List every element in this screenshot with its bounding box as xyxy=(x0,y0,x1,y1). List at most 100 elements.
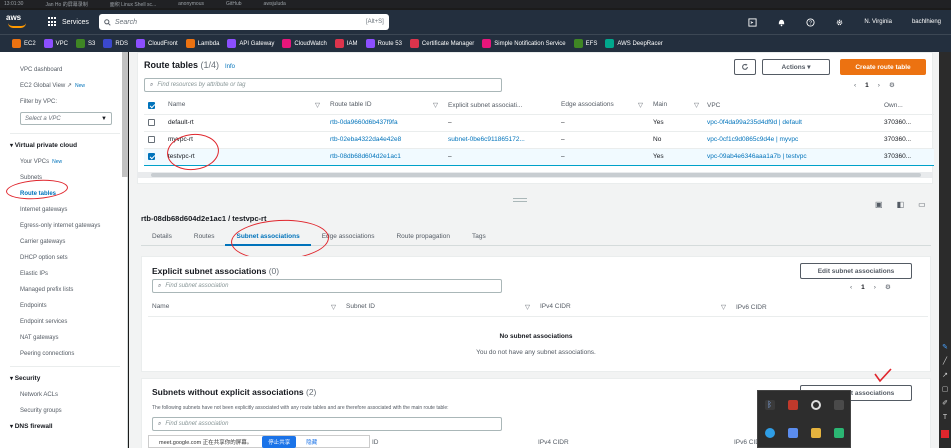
favorite-simple-notification-service[interactable]: Simple Notification Service xyxy=(482,39,566,48)
app-icon[interactable] xyxy=(810,428,821,438)
tab-routes[interactable]: Routes xyxy=(183,228,226,246)
arrow-icon[interactable]: ↗ xyxy=(941,372,949,380)
row-checkbox[interactable] xyxy=(148,152,155,160)
column-header-owner[interactable]: Own... xyxy=(880,97,934,115)
line-icon[interactable]: ╱ xyxy=(941,358,949,366)
sidebar-item-managed-prefix-lists[interactable]: Managed prefix lists xyxy=(20,282,127,298)
edit-subnet-associations-button[interactable]: Edit subnet associations xyxy=(800,263,912,279)
column-header-name[interactable]: Name ▽ xyxy=(164,97,326,115)
region-selector[interactable]: N. Virginia xyxy=(864,19,892,25)
sidebar-item-elastic-ips[interactable]: Elastic IPs xyxy=(20,266,127,282)
row-checkbox[interactable] xyxy=(148,135,155,143)
table-row[interactable]: myvpc-rt rtb-02eba4322da4e42e8 subnet-0be6… xyxy=(144,131,934,149)
services-grid-icon[interactable] xyxy=(48,17,58,27)
cell-explicit-subnet[interactable]: subnet-0be6c911865172... xyxy=(444,131,557,149)
browser-tab[interactable]: awsjuluda xyxy=(264,1,286,7)
column-header-vpc[interactable]: VPC xyxy=(703,97,880,115)
cell-route-table-id[interactable]: rtb-02eba4322da4e42e8 xyxy=(326,131,444,149)
split-panel-drag-handle[interactable] xyxy=(513,198,527,202)
create-route-table-button[interactable]: Create route table xyxy=(840,59,926,75)
column-header-explicit-subnet[interactable]: Explicit subnet associati... xyxy=(444,97,557,115)
sidebar-item-your-vpcs[interactable]: Your VPCs New xyxy=(20,154,127,170)
cell-route-table-id[interactable]: rtb-08db68d604d2e1ac1 xyxy=(326,147,444,166)
browser-tab[interactable]: anonymous xyxy=(178,1,204,7)
current-page[interactable]: 1 xyxy=(865,82,869,89)
color-swatch-icon[interactable] xyxy=(941,430,949,438)
tab-tags[interactable]: Tags xyxy=(461,228,497,246)
sidebar-item-vpc-dashboard[interactable]: VPC dashboard xyxy=(20,62,127,78)
shield-icon[interactable] xyxy=(787,400,798,410)
preferences-gear-icon[interactable]: ⚙ xyxy=(885,283,891,291)
favorite-cloudwatch[interactable]: CloudWatch xyxy=(282,39,327,48)
settings-gear-icon[interactable] xyxy=(835,18,844,27)
sidebar-item-internet-gateways[interactable]: Internet gateways xyxy=(20,202,127,218)
browser-tab[interactable]: 面积 Linux Shell sc... xyxy=(110,1,156,8)
bluetooth-icon[interactable]: ᛒ xyxy=(764,400,775,410)
column-header-id[interactable]: ID xyxy=(372,439,379,446)
preferences-gear-icon[interactable]: ⚙ xyxy=(889,81,895,89)
marker-icon[interactable]: ✐ xyxy=(941,400,949,408)
prev-page-button[interactable]: ‹ xyxy=(854,82,856,89)
sidebar-item-endpoint-services[interactable]: Endpoint services xyxy=(20,314,127,330)
next-page-button[interactable]: › xyxy=(874,284,876,291)
prev-page-button[interactable]: ‹ xyxy=(850,284,852,291)
column-header-route-table-id[interactable]: Route table ID ▽ xyxy=(326,97,444,115)
tab-route-propagation[interactable]: Route propagation xyxy=(385,228,461,246)
current-page[interactable]: 1 xyxy=(861,284,865,291)
info-link[interactable]: Info xyxy=(225,64,235,70)
favorite-lambda[interactable]: Lambda xyxy=(185,39,219,48)
services-menu[interactable]: Services xyxy=(62,19,89,26)
column-header-ipv4-cidr[interactable]: IPv4 CIDR ▽ xyxy=(536,299,732,317)
aws-logo[interactable]: aws xyxy=(6,13,40,31)
browser-tab[interactable]: 13:01:30 xyxy=(4,1,23,7)
sidebar-item-nat-gateways[interactable]: NAT gateways xyxy=(20,330,127,346)
record-icon[interactable] xyxy=(810,400,821,410)
split-bottom-icon[interactable]: ▣ xyxy=(875,200,883,209)
sidebar-item-carrier-gateways[interactable]: Carrier gateways xyxy=(20,234,127,250)
help-icon[interactable]: ? xyxy=(806,17,815,27)
select-all-checkbox[interactable] xyxy=(148,101,155,109)
next-page-button[interactable]: › xyxy=(878,82,880,89)
cell-explicit-subnet[interactable]: – xyxy=(444,147,557,166)
cloudshell-icon[interactable] xyxy=(748,17,757,27)
chat-app-icon[interactable] xyxy=(833,428,844,438)
sidebar-item-dhcp-option-sets[interactable]: DHCP option sets xyxy=(20,250,127,266)
browser-tab[interactable]: Jan Ho 的屏幕录制 xyxy=(45,1,87,8)
sidebar-item-endpoints[interactable]: Endpoints xyxy=(20,298,127,314)
cell-vpc[interactable]: vpc-09ab4e6346aaa1a7b | testvpc xyxy=(703,147,880,166)
sidebar-section-vpc[interactable]: Virtual private cloud xyxy=(10,138,127,154)
table-row[interactable]: testvpc-rt rtb-08db68d604d2e1ac1– – Yes vpc-… xyxy=(144,147,934,166)
favorite-efs[interactable]: EFS xyxy=(573,39,597,48)
explicit-filter-input[interactable]: ⌕ Find subnet association xyxy=(152,279,502,293)
sidebar-item-network-acls[interactable]: Network ACLs xyxy=(20,387,127,403)
favorite-ec2[interactable]: EC2 xyxy=(12,39,36,48)
cell-vpc[interactable]: vpc-0cf1c9d0865c9d4e | myvpc xyxy=(703,131,880,149)
favorite-iam[interactable]: IAM xyxy=(334,39,358,48)
column-header-name[interactable]: Name ▽ xyxy=(148,299,342,317)
upload-icon[interactable] xyxy=(833,400,844,410)
favorite-vpc[interactable]: VPC xyxy=(43,39,68,48)
search-input[interactable]: Search [Alt+S] xyxy=(98,14,389,30)
cell-vpc[interactable]: vpc-0f4da99a235d4df9d | default xyxy=(703,114,880,132)
text-icon[interactable]: T xyxy=(941,414,949,422)
sidebar-item-ec2-global-view[interactable]: EC2 Global View ↗ New xyxy=(20,78,127,94)
cell-route-table-id[interactable]: rtb-0da9660d6b437f9fa xyxy=(326,114,444,132)
cell-explicit-subnet[interactable]: – xyxy=(444,114,557,132)
route-tables-horizontal-scrollbar[interactable] xyxy=(137,172,933,178)
favorite-s3[interactable]: S3 xyxy=(76,39,95,48)
sidebar-item-security-groups[interactable]: Security groups xyxy=(20,403,127,419)
favorite-api-gateway[interactable]: API Gateway xyxy=(227,39,274,48)
route-tables-filter-input[interactable]: ⌕ Find resources by attribute or tag xyxy=(144,78,502,92)
stop-sharing-button[interactable]: 停止共享 xyxy=(262,435,297,448)
bell-icon[interactable] xyxy=(777,18,786,27)
sidebar-section-security[interactable]: Security xyxy=(10,371,127,387)
tab-details[interactable]: Details xyxy=(141,228,183,246)
edge-browser-icon[interactable] xyxy=(764,428,775,438)
pen-icon[interactable]: ✎ xyxy=(941,344,949,352)
refresh-button[interactable] xyxy=(734,59,756,75)
column-header-ipv4-cidr[interactable]: IPv4 CIDR xyxy=(538,439,569,446)
account-menu[interactable]: bachlhieng xyxy=(912,19,941,25)
split-side-icon[interactable]: ◧ xyxy=(897,200,905,209)
sidebar-item-egress-only-internet-gateways[interactable]: Egress-only internet gateways xyxy=(20,221,127,231)
table-row[interactable]: default-rt rtb-0da9660d6b437f9fa – – Yes vpc-… xyxy=(144,114,934,132)
